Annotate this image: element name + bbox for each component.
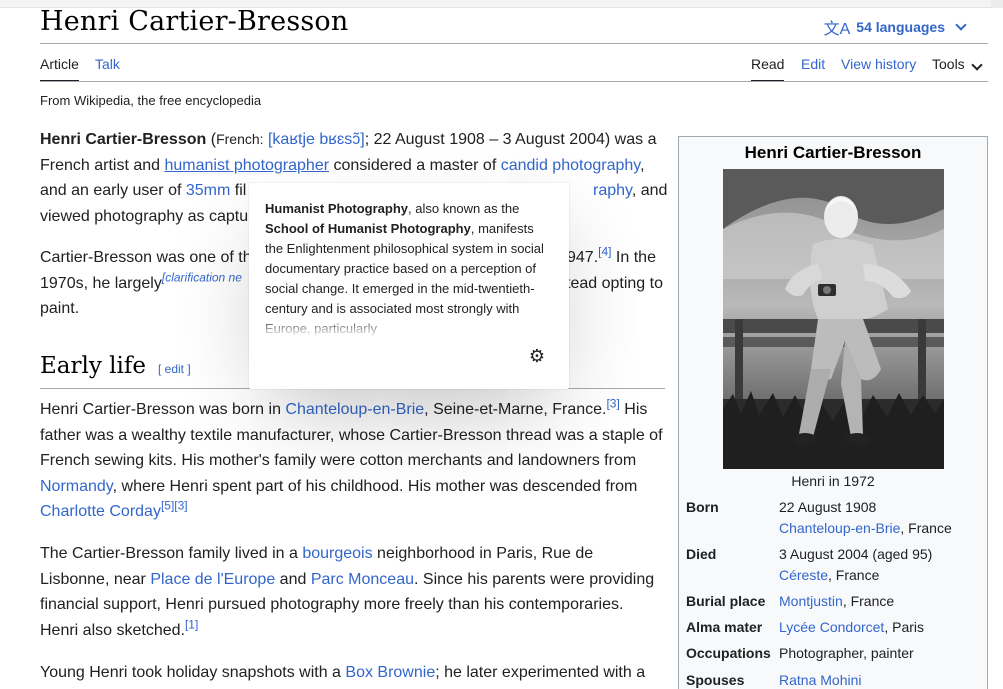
early-life-paragraph-3: Young Henri took holiday snapshots with … xyxy=(40,660,665,686)
photo-caption: Henri in 1972 xyxy=(791,473,875,489)
text: , France xyxy=(828,567,880,583)
photography-link[interactable]: raphy xyxy=(593,182,632,199)
edit-link-text: [ edit ] xyxy=(158,362,191,376)
chanteloup-link[interactable]: Chanteloup-en-Brie xyxy=(285,401,424,418)
died-date: 3 August 2004 (aged 95) xyxy=(779,546,933,562)
section-title: Early life xyxy=(40,353,146,379)
text: and an early user of xyxy=(40,182,186,199)
text: Young Henri took holiday snapshots with … xyxy=(40,664,346,681)
box-brownie-link[interactable]: Box Brownie xyxy=(345,664,435,681)
text: , and xyxy=(631,182,668,199)
burial-label: Burial place xyxy=(686,593,766,609)
alma-mater-label: Alma mater xyxy=(686,619,763,635)
text: , xyxy=(640,156,645,174)
burial-value: Montjustin, France xyxy=(779,591,984,612)
born-place-link[interactable]: Chanteloup-en-Brie xyxy=(779,520,900,536)
tools-menu[interactable]: Tools xyxy=(932,56,983,82)
text: French artist and xyxy=(40,156,165,174)
humanist-photographer-link[interactable]: humanist photographer xyxy=(165,157,330,174)
text: viewed photography as captu xyxy=(40,207,249,225)
tools-label: Tools xyxy=(932,56,965,72)
gear-icon[interactable]: ⚙ xyxy=(528,347,546,365)
spouses-value: Ratna Mohini xyxy=(779,670,984,689)
text: fil xyxy=(230,182,247,199)
translate-icon: 文A xyxy=(823,21,851,38)
reference-4[interactable]: [4] xyxy=(598,245,611,259)
text: ; 22 August 1908 – 3 August 2004) was a xyxy=(364,131,657,148)
spouses-label: Spouses xyxy=(686,672,745,688)
languages-label: 54 languages xyxy=(856,19,945,35)
text: ; he later experimented with a xyxy=(435,664,646,681)
tab-read[interactable]: Read xyxy=(751,56,785,82)
tabs-divider xyxy=(40,81,988,82)
occupations-value: Photographer, painter xyxy=(779,645,914,661)
text: The Cartier-Bresson family lived in a xyxy=(40,545,303,562)
text: , France xyxy=(900,520,952,536)
text: considered a master of xyxy=(329,156,501,174)
parc-monceau-link[interactable]: Parc Monceau xyxy=(311,571,414,588)
text: 947. xyxy=(567,249,599,266)
text: Henri Cartier-Bresson was born in xyxy=(40,401,286,418)
burial-place-link[interactable]: Montjustin xyxy=(779,593,843,609)
normandy-link[interactable]: Normandy xyxy=(40,478,113,495)
chevron-down-icon xyxy=(971,59,983,71)
text: ( xyxy=(206,131,217,148)
spouse-link[interactable]: Ratna Mohini xyxy=(779,672,862,688)
clarification-needed-tag[interactable]: [clarification ne xyxy=(162,270,242,284)
title-divider xyxy=(40,43,988,44)
ipa-link[interactable]: [kaʁtje bʁɛsɔ̃] xyxy=(268,131,365,148)
text: , where Henri spent part of his childhoo… xyxy=(112,477,638,495)
tagline: From Wikipedia, the free encyclopedia xyxy=(40,93,262,108)
chevron-down-icon xyxy=(955,19,967,31)
born-date: 22 August 1908 xyxy=(779,499,877,515)
died-value: 3 August 2004 (aged 95) Céreste, France xyxy=(779,544,984,586)
charlotte-corday-link[interactable]: Charlotte Corday xyxy=(40,503,161,520)
preview-bold-term: Humanist Photography xyxy=(265,201,409,216)
alma-mater-value: Lycée Condorcet, Paris xyxy=(779,617,984,638)
reference-5-3[interactable]: [5][3] xyxy=(161,499,188,513)
text: In the xyxy=(611,249,656,266)
reference-1[interactable]: [1] xyxy=(185,617,198,631)
infobox-title: Henri Cartier-Bresson xyxy=(744,143,922,162)
preview-bold-term: School of Humanist Photography xyxy=(265,221,471,236)
text: , Paris xyxy=(884,619,925,635)
died-label: Died xyxy=(686,546,717,562)
link-preview-popup[interactable]: Humanist Photography, also known as the … xyxy=(249,183,569,389)
tab-edit[interactable]: Edit xyxy=(801,56,825,82)
early-life-paragraph-1: Henri Cartier-Bresson was born in Chante… xyxy=(40,397,665,525)
subject-name: Henri Cartier-Bresson xyxy=(40,131,207,148)
text: , France xyxy=(842,593,895,609)
text: tead opting to xyxy=(566,274,663,292)
portrait-illustration xyxy=(723,169,944,469)
text: and xyxy=(275,570,311,588)
tab-article[interactable]: Article xyxy=(40,56,79,82)
text: Cartier-Bresson was one of th xyxy=(40,249,252,266)
page-title: Henri Cartier-Bresson xyxy=(40,6,349,37)
preview-fade xyxy=(249,317,569,341)
occupations-label: Occupations xyxy=(686,645,771,661)
text: 1970s, he largely xyxy=(40,274,162,292)
section-edit-link[interactable]: [ edit ] xyxy=(158,362,191,376)
page-tabs: Article Talk Read Edit View history Tool… xyxy=(40,56,988,82)
tab-talk[interactable]: Talk xyxy=(95,56,120,82)
place-de-l-europe-link[interactable]: Place de l'Europe xyxy=(150,571,275,588)
french-label: French: xyxy=(216,131,264,147)
text: , also known as the xyxy=(408,201,520,216)
portrait-photo[interactable] xyxy=(723,169,944,469)
born-value: 22 August 1908 Chanteloup-en-Brie, France xyxy=(779,497,984,539)
scrollbar-top[interactable] xyxy=(991,0,1003,8)
bourgeois-link[interactable]: bourgeois xyxy=(302,545,372,562)
alma-mater-link[interactable]: Lycée Condorcet xyxy=(779,619,884,635)
text: paint. xyxy=(40,300,80,317)
text: , Seine-et-Marne, France. xyxy=(424,401,607,418)
tab-view-history[interactable]: View history xyxy=(841,56,916,82)
languages-button[interactable]: 文A 54 languages xyxy=(823,15,967,39)
born-label: Born xyxy=(686,499,719,515)
35mm-link[interactable]: 35mm xyxy=(186,182,230,199)
candid-photography-link[interactable]: candid photography xyxy=(501,157,640,174)
infobox: Henri Cartier-Bresson Henri in 1972 Born… xyxy=(678,136,988,689)
early-life-paragraph-2: The Cartier-Bresson family lived in a bo… xyxy=(40,541,665,643)
died-place-link[interactable]: Céreste xyxy=(779,567,828,583)
reference-3[interactable]: [3] xyxy=(606,397,619,411)
